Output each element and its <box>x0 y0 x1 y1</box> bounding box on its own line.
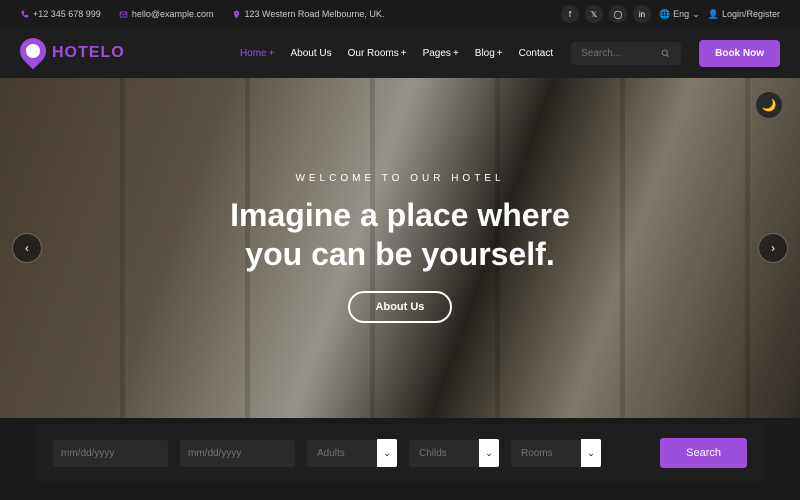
plus-icon: + <box>269 48 275 59</box>
linkedin-icon[interactable]: in <box>633 5 651 23</box>
x-icon[interactable]: 𝕏 <box>585 5 603 23</box>
adults-select[interactable] <box>307 440 377 467</box>
childs-select[interactable] <box>409 440 479 467</box>
search-button[interactable]: Search <box>660 438 747 468</box>
facebook-icon[interactable]: f <box>561 5 579 23</box>
childs-dropdown-button[interactable]: ⌄ <box>479 439 499 467</box>
rooms-select[interactable] <box>511 440 581 467</box>
nav-contact[interactable]: Contact <box>519 48 553 59</box>
user-icon: 👤 <box>708 9 719 20</box>
logo[interactable]: HOTELO <box>20 38 125 68</box>
hero-section: ‹ › WELCOME TO OUR HOTEL Imagine a place… <box>0 78 800 418</box>
chevron-down-icon: ⌄ <box>383 448 391 459</box>
chevron-down-icon: ⌄ <box>692 9 700 20</box>
brand-name: HOTELO <box>52 44 125 62</box>
search-input[interactable] <box>581 48 661 59</box>
login-link[interactable]: 👤Login/Register <box>708 9 780 20</box>
chevron-down-icon: ⌄ <box>485 448 493 459</box>
hero-subtitle: WELCOME TO OUR HOTEL <box>295 173 504 184</box>
mail-icon <box>119 10 128 19</box>
chevron-right-icon: › <box>771 241 775 255</box>
book-now-button[interactable]: Book Now <box>699 40 780 67</box>
chevron-down-icon: ⌄ <box>587 448 595 459</box>
navbar: HOTELO Home+ About Us Our Rooms+ Pages+ … <box>0 28 800 78</box>
next-slide-button[interactable]: › <box>758 233 788 263</box>
location-icon <box>232 10 241 19</box>
instagram-icon[interactable]: ◯ <box>609 5 627 23</box>
plus-icon: + <box>401 48 407 59</box>
booking-bar: ⌄ ⌄ ⌄ Search <box>35 424 765 482</box>
nav-rooms[interactable]: Our Rooms+ <box>348 48 407 59</box>
globe-icon: 🌐 <box>659 9 670 20</box>
logo-icon <box>20 38 46 68</box>
about-us-button[interactable]: About Us <box>348 291 453 323</box>
nav-blog[interactable]: Blog+ <box>475 48 503 59</box>
nav-about[interactable]: About Us <box>290 48 331 59</box>
phone-link[interactable]: +12 345 678 999 <box>20 9 101 19</box>
hero-title: Imagine a place where you can be yoursel… <box>230 196 570 273</box>
search-icon <box>661 49 670 58</box>
prev-slide-button[interactable]: ‹ <box>12 233 42 263</box>
search-box[interactable] <box>571 42 681 65</box>
chevron-left-icon: ‹ <box>25 241 29 255</box>
checkin-date-input[interactable] <box>53 440 168 467</box>
language-selector[interactable]: 🌐Eng⌄ <box>659 9 700 20</box>
address-text: 123 Western Road Melbourne, UK. <box>232 9 385 19</box>
nav-home[interactable]: Home+ <box>240 48 275 59</box>
topbar: +12 345 678 999 hello@example.com 123 We… <box>0 0 800 28</box>
dark-mode-toggle[interactable]: 🌙 <box>756 92 782 118</box>
plus-icon: + <box>497 48 503 59</box>
nav-pages[interactable]: Pages+ <box>423 48 459 59</box>
plus-icon: + <box>453 48 459 59</box>
rooms-dropdown-button[interactable]: ⌄ <box>581 439 601 467</box>
moon-icon: 🌙 <box>762 98 777 112</box>
email-link[interactable]: hello@example.com <box>119 9 214 19</box>
phone-icon <box>20 10 29 19</box>
checkout-date-input[interactable] <box>180 440 295 467</box>
adults-dropdown-button[interactable]: ⌄ <box>377 439 397 467</box>
